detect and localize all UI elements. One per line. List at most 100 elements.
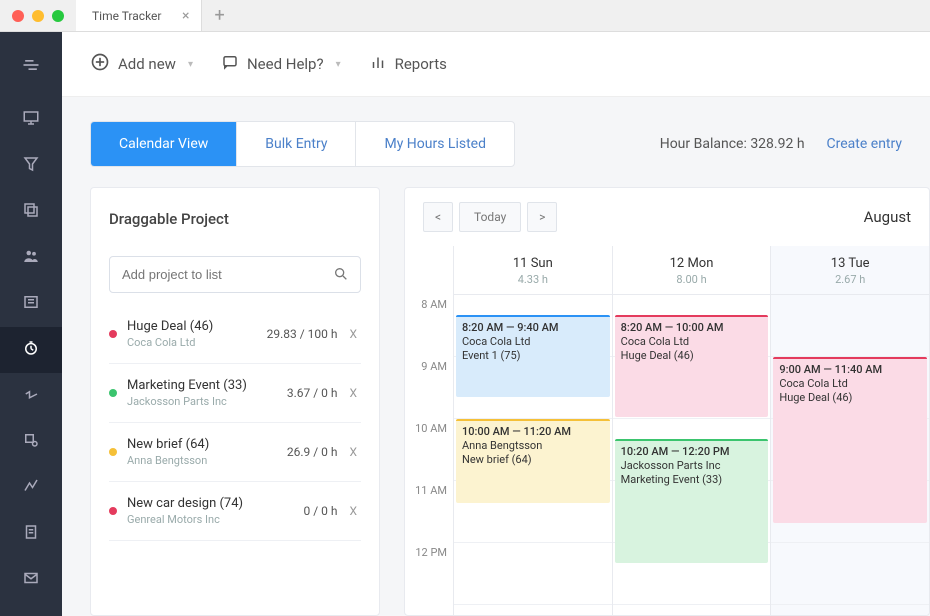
project-remove-button[interactable]: X (349, 327, 357, 341)
draggable-title: Draggable Project (109, 210, 361, 228)
event-client: Anna Bengtsson (462, 439, 604, 452)
project-row[interactable]: Huge Deal (46) Coca Cola Ltd 29.83 / 100… (109, 305, 361, 364)
window-close-button[interactable] (12, 10, 24, 22)
event-title: Huge Deal (46) (621, 349, 763, 362)
sidebar-menu-toggle[interactable] (0, 32, 62, 97)
draggable-project-panel: Draggable Project Huge Deal (46) Coca Co… (90, 187, 380, 616)
project-subtitle: Coca Cola Ltd (127, 336, 267, 349)
calendar-today-button[interactable]: Today (459, 202, 521, 232)
chart-icon (22, 477, 40, 499)
time-label: 8 AM (405, 298, 447, 360)
event-time: 10:20 AM — 12:20 PM (621, 445, 763, 458)
sidebar-item-news[interactable] (0, 281, 62, 327)
event-time: 10:00 AM — 11:20 AM (462, 425, 604, 438)
tab-bulk-entry[interactable]: Bulk Entry (237, 122, 356, 166)
project-remove-button[interactable]: X (349, 386, 357, 400)
search-icon[interactable] (333, 266, 349, 286)
event-client: Coca Cola Ltd (621, 335, 763, 348)
screen-icon (22, 109, 40, 131)
day-column: 12 Mon8.00 h8:20 AM — 10:00 AMCoca Cola … (612, 246, 771, 615)
day-columns: 11 Sun4.33 h8:20 AM — 9:40 AMCoca Cola L… (453, 246, 929, 615)
plus-circle-icon (90, 52, 110, 76)
sidebar-item-doc[interactable] (0, 511, 62, 557)
sidebar-item-stats[interactable] (0, 465, 62, 511)
tab-calendar-view[interactable]: Calendar View (91, 122, 237, 166)
day-title: 13 Tue (771, 256, 929, 271)
mail-icon (22, 569, 40, 591)
reports-label: Reports (395, 55, 447, 73)
sidebar (0, 32, 62, 616)
event-title: Marketing Event (33) (621, 473, 763, 486)
sidebar-item-copy[interactable] (0, 189, 62, 235)
project-remove-button[interactable]: X (349, 504, 357, 518)
add-new-button[interactable]: Add new ▾ (90, 52, 193, 76)
project-hours: 29.83 / 100 h (267, 327, 338, 341)
sidebar-item-people[interactable] (0, 235, 62, 281)
event-title: New brief (64) (462, 453, 604, 466)
add-new-label: Add new (118, 55, 176, 73)
calendar-event[interactable]: 8:20 AM — 9:40 AMCoca Cola LtdEvent 1 (7… (456, 315, 610, 397)
add-project-input[interactable] (109, 256, 361, 293)
sidebar-item-hand[interactable] (0, 373, 62, 419)
project-remove-button[interactable]: X (349, 445, 357, 459)
sidebar-item-filter[interactable] (0, 143, 62, 189)
project-dot-icon (109, 389, 117, 397)
close-tab-icon[interactable]: × (182, 8, 189, 24)
view-tabs: Calendar View Bulk Entry My Hours Listed (90, 121, 515, 167)
reports-button[interactable]: Reports (369, 53, 447, 75)
need-help-label: Need Help? (247, 55, 324, 73)
chevron-down-icon: ▾ (188, 59, 193, 70)
titlebar: Time Tracker × + (0, 0, 930, 32)
project-hours: 3.67 / 0 h (287, 386, 338, 400)
day-body[interactable]: 9:00 AM — 11:40 AMCoca Cola LtdHuge Deal… (771, 295, 929, 605)
day-body[interactable]: 8:20 AM — 9:40 AMCoca Cola LtdEvent 1 (7… (454, 295, 612, 605)
sidebar-item-mail[interactable] (0, 557, 62, 603)
project-name: New car design (74) (127, 496, 303, 511)
browser-tab[interactable]: Time Tracker × (76, 0, 202, 31)
calendar-panel: < Today > August 8 AM9 AM10 AM11 AM12 PM… (404, 187, 930, 616)
funnel-icon (22, 155, 40, 177)
time-label: 9 AM (405, 360, 447, 422)
gear-icon (22, 431, 40, 453)
project-list: Huge Deal (46) Coca Cola Ltd 29.83 / 100… (109, 305, 361, 603)
clock-icon (22, 339, 40, 361)
bar-chart-icon (369, 53, 387, 75)
project-subtitle: Genreal Motors Inc (127, 513, 303, 526)
day-body[interactable]: 8:20 AM — 10:00 AMCoca Cola LtdHuge Deal… (613, 295, 771, 605)
tab-my-hours[interactable]: My Hours Listed (356, 122, 514, 166)
project-row[interactable]: Marketing Event (33) Jackosson Parts Inc… (109, 364, 361, 423)
need-help-button[interactable]: Need Help? ▾ (221, 53, 341, 75)
window-min-button[interactable] (32, 10, 44, 22)
event-client: Jackosson Parts Inc (621, 459, 763, 472)
copy-icon (22, 201, 40, 223)
calendar-event[interactable]: 9:00 AM — 11:40 AMCoca Cola LtdHuge Deal… (773, 357, 927, 523)
sidebar-item-time[interactable] (0, 327, 62, 373)
calendar-prev-button[interactable]: < (423, 202, 453, 232)
create-entry-link[interactable]: Create entry (827, 136, 902, 152)
calendar-event[interactable]: 10:00 AM — 11:20 AMAnna BengtssonNew bri… (456, 419, 610, 503)
sidebar-item-dashboard[interactable] (0, 97, 62, 143)
tab-title: Time Tracker (92, 9, 161, 23)
time-label: 12 PM (405, 546, 447, 608)
event-time: 8:20 AM — 9:40 AM (462, 321, 604, 334)
people-icon (22, 247, 40, 269)
event-title: Event 1 (75) (462, 349, 604, 362)
event-title: Huge Deal (46) (779, 391, 921, 404)
time-label: 10 AM (405, 422, 447, 484)
time-axis: 8 AM9 AM10 AM11 AM12 PM (405, 246, 453, 615)
project-row[interactable]: New car design (74) Genreal Motors Inc 0… (109, 482, 361, 541)
event-client: Coca Cola Ltd (779, 377, 921, 390)
hour-balance-label: Hour Balance: 328.92 h (660, 136, 805, 152)
window-max-button[interactable] (52, 10, 64, 22)
calendar-event[interactable]: 8:20 AM — 10:00 AMCoca Cola LtdHuge Deal… (615, 315, 769, 417)
day-column: 13 Tue2.67 h9:00 AM — 11:40 AMCoca Cola … (770, 246, 929, 615)
event-time: 8:20 AM — 10:00 AM (621, 321, 763, 334)
add-tab-button[interactable]: + (202, 5, 236, 26)
calendar-next-button[interactable]: > (527, 202, 557, 232)
calendar-month-label: August (864, 208, 911, 226)
calendar-event[interactable]: 10:20 AM — 12:20 PMJackosson Parts IncMa… (615, 439, 769, 563)
project-subtitle: Jackosson Parts Inc (127, 395, 287, 408)
topbar: Add new ▾ Need Help? ▾ Reports (62, 32, 930, 97)
sidebar-item-settings[interactable] (0, 419, 62, 465)
project-row[interactable]: New brief (64) Anna Bengtsson 26.9 / 0 h… (109, 423, 361, 482)
